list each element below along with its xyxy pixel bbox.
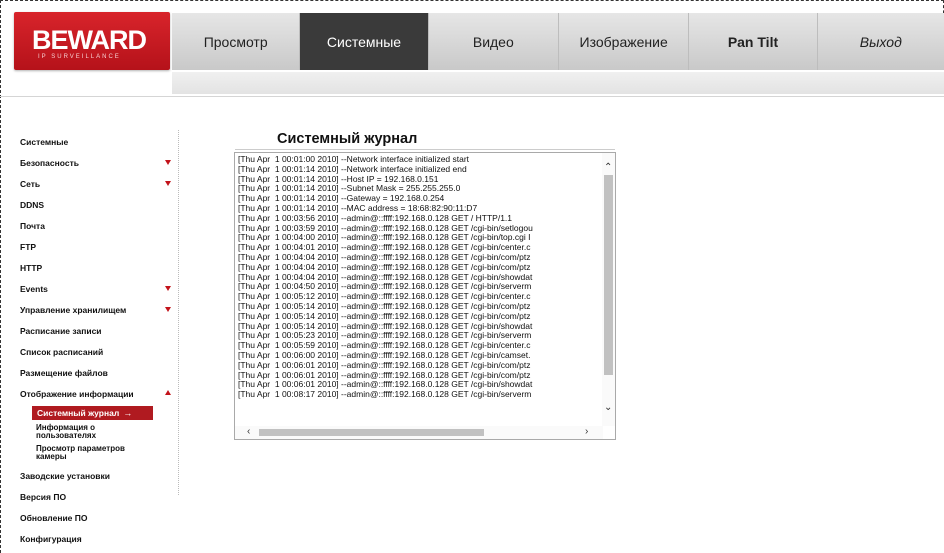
sidebar-item-label: Список расписаний	[20, 347, 104, 357]
sidebar-item-label: Конфигурация	[20, 534, 82, 544]
sidebar-divider	[178, 130, 179, 495]
sidebar-subitem-label: Системный журнал	[37, 408, 120, 418]
brand-logo: BEWARD IP SURVEILLANCE	[14, 12, 170, 70]
nav-tab-logout[interactable]: Выход	[818, 13, 944, 70]
top-navigation: Просмотр Системные Видео Изображение Pan…	[172, 13, 944, 70]
sidebar-item-label: Расписание записи	[20, 326, 102, 336]
scroll-left-icon[interactable]: ‹	[247, 427, 250, 437]
nav-tab-pan-tilt[interactable]: Pan Tilt	[689, 13, 818, 70]
page-title: Системный журнал	[277, 131, 418, 147]
scroll-right-icon[interactable]: ›	[585, 427, 588, 437]
sidebar-item-factory-defaults[interactable]: Заводские установки	[20, 471, 175, 481]
sidebar-item-label: Версия ПО	[20, 492, 67, 502]
vertical-scrollbar[interactable]: ⌃ ⌄	[602, 153, 615, 426]
expand-down-icon	[165, 286, 171, 291]
brand-tagline: IP SURVEILLANCE	[38, 54, 121, 60]
sidebar-item-storage[interactable]: Управление хранилищем	[20, 305, 175, 315]
sidebar-item-ftp[interactable]: FTP	[20, 242, 175, 252]
sidebar-item-events[interactable]: Events	[20, 284, 175, 294]
sidebar-item-firmware-update[interactable]: Обновление ПО	[20, 513, 175, 523]
header-divider	[0, 96, 944, 97]
nav-tab-system[interactable]: Системные	[300, 13, 429, 70]
sidebar-item-http[interactable]: HTTP	[20, 263, 175, 273]
scroll-down-icon[interactable]: ⌄	[604, 403, 612, 413]
frame-border-top	[0, 0, 944, 1]
sidebar-item-label: HTTP	[20, 263, 43, 273]
sidebar-subitem-camera-params[interactable]: Просмотр параметров камеры	[36, 445, 146, 461]
horizontal-scroll-thumb[interactable]	[259, 429, 484, 436]
sidebar-item-system[interactable]: Системные	[20, 137, 175, 147]
nav-tab-video[interactable]: Видео	[429, 13, 559, 70]
sidebar-item-label: Безопасность	[20, 158, 79, 168]
sidebar-item-file-location[interactable]: Размещение файлов	[20, 368, 175, 378]
sidebar-item-label: Обновление ПО	[20, 513, 88, 523]
sidebar-item-configuration[interactable]: Конфигурация	[20, 534, 175, 544]
sidebar-item-label: Почта	[20, 221, 45, 231]
collapse-up-icon	[165, 390, 171, 395]
scroll-up-icon[interactable]: ⌃	[604, 163, 612, 173]
title-underline	[235, 149, 615, 150]
sidebar-item-label: Отображение информации	[20, 389, 134, 399]
sidebar-item-label: Сеть	[20, 179, 41, 189]
log-line: [Thu Apr 1 00:08:17 2010] --admin@::ffff…	[238, 389, 532, 400]
nav-tab-image[interactable]: Изображение	[559, 13, 690, 70]
sidebar-item-label: DDNS	[20, 200, 45, 210]
log-lines: [Thu Apr 1 00:01:00 2010] --Network inte…	[238, 155, 603, 425]
sidebar-item-record-schedule[interactable]: Расписание записи	[20, 326, 175, 336]
sidebar-item-label: Заводские установки	[20, 471, 110, 481]
expand-down-icon	[165, 181, 171, 186]
frame-border-left	[0, 0, 1, 553]
sidebar-item-info-display[interactable]: Отображение информации	[20, 389, 175, 399]
sidebar-item-security[interactable]: Безопасность	[20, 158, 175, 168]
sidebar-subitem-user-info[interactable]: Информация о пользователях	[36, 424, 146, 440]
brand-name: BEWARD	[32, 25, 147, 55]
sidebar-item-label: Системные	[20, 137, 69, 147]
sub-navigation-bar	[172, 72, 944, 94]
sidebar-item-label: Управление хранилищем	[20, 305, 127, 315]
sidebar-item-network[interactable]: Сеть	[20, 179, 175, 189]
expand-down-icon	[165, 307, 171, 312]
sidebar-item-mail[interactable]: Почта	[20, 221, 175, 231]
sidebar-item-label: Events	[20, 284, 48, 294]
system-log-textarea[interactable]: [Thu Apr 1 00:01:00 2010] --Network inte…	[234, 152, 616, 440]
sidebar-item-firmware-version[interactable]: Версия ПО	[20, 492, 175, 502]
sidebar-subitem-system-log[interactable]: Системный журнал →	[32, 406, 153, 420]
nav-tab-view[interactable]: Просмотр	[172, 13, 301, 70]
arrow-right-icon: →	[123, 408, 133, 418]
sidebar-item-schedule-list[interactable]: Список расписаний	[20, 347, 175, 357]
sidebar-item-label: Размещение файлов	[20, 368, 108, 378]
sidebar-item-ddns[interactable]: DDNS	[20, 200, 175, 210]
vertical-scroll-thumb[interactable]	[604, 175, 613, 375]
sidebar-item-label: FTP	[20, 242, 37, 252]
horizontal-scrollbar[interactable]: ‹ ›	[235, 426, 603, 439]
expand-down-icon	[165, 160, 171, 165]
